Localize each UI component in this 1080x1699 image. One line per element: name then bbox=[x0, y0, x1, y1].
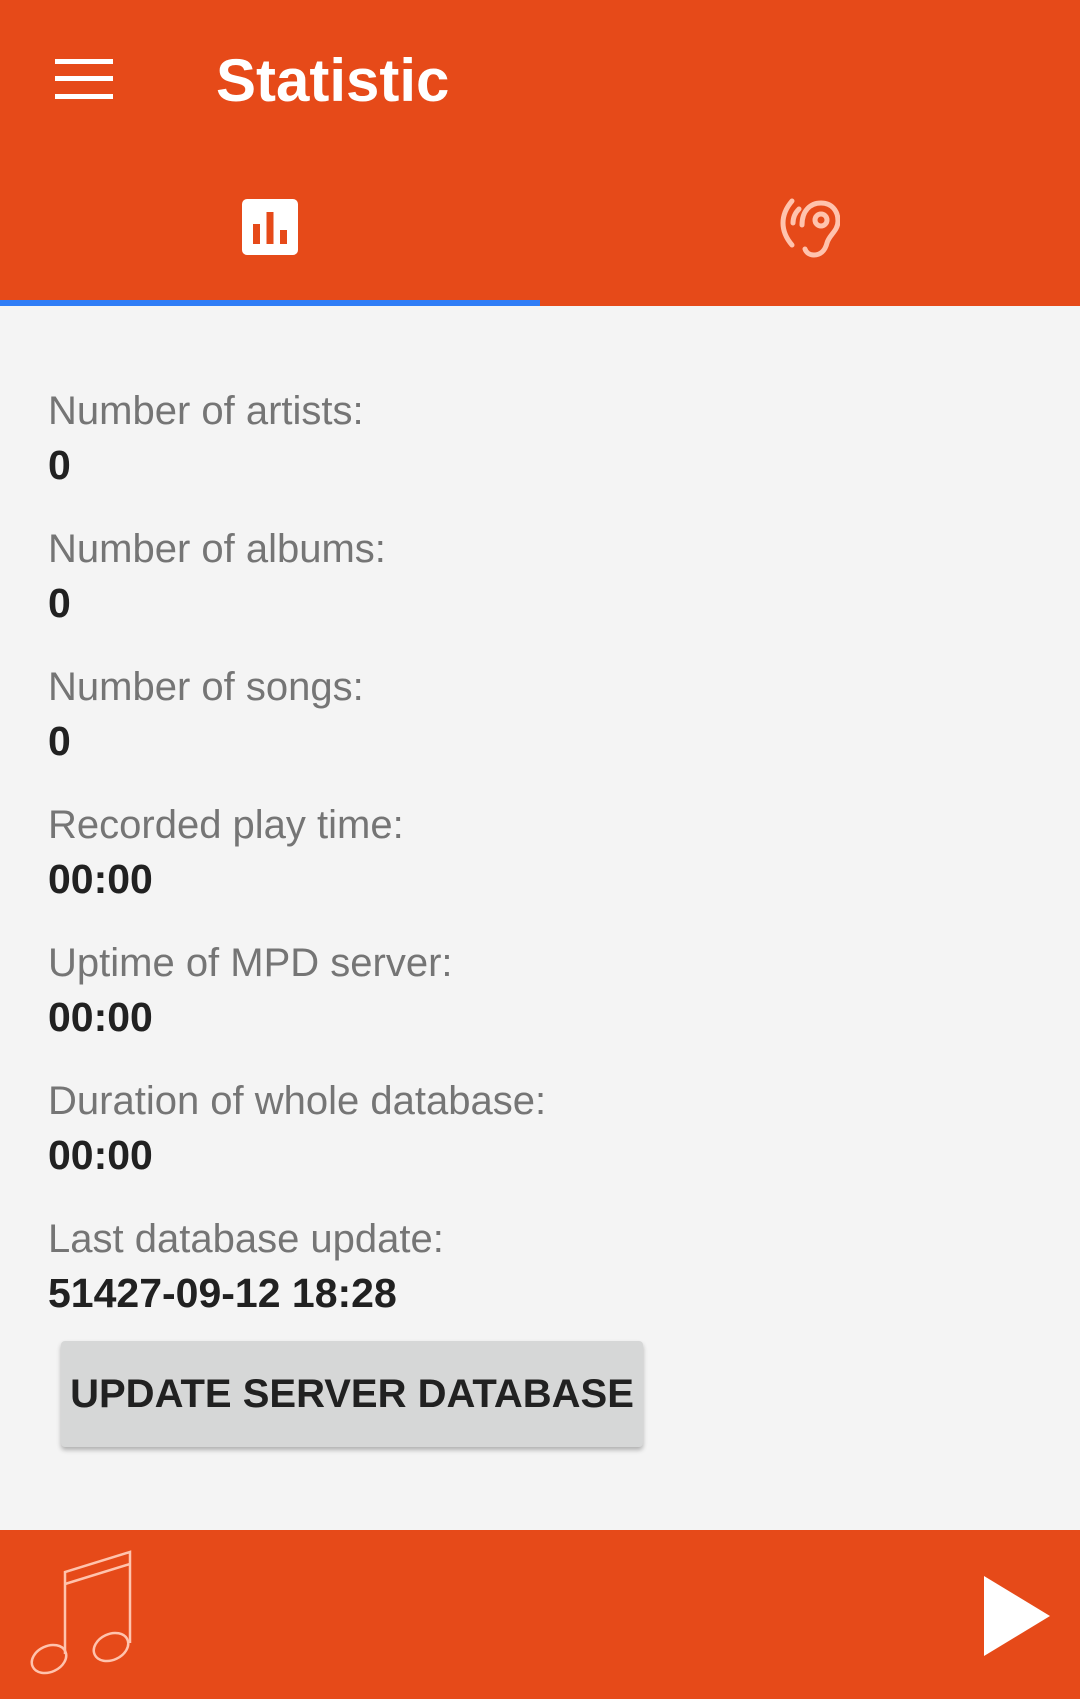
stat-label: Recorded play time: bbox=[48, 803, 404, 847]
menu-button[interactable] bbox=[40, 40, 128, 118]
stat-albums: Number of albums: 0 bbox=[48, 524, 386, 632]
stat-label: Number of artists: bbox=[48, 389, 364, 433]
stat-value: 51427-09-12 18:28 bbox=[48, 1270, 397, 1316]
tab-bar bbox=[0, 160, 1080, 306]
music-note-icon[interactable] bbox=[28, 1548, 144, 1682]
stat-label: Last database update: bbox=[48, 1217, 444, 1261]
stat-value: 0 bbox=[48, 718, 71, 764]
stat-label: Number of songs: bbox=[48, 665, 364, 709]
stat-artists: Number of artists: 0 bbox=[48, 386, 364, 494]
player-bar bbox=[0, 1530, 1080, 1699]
stat-value: 0 bbox=[48, 442, 71, 488]
stat-last-update: Last database update: 51427-09-12 18:28 bbox=[48, 1214, 444, 1322]
stat-label: Duration of whole database: bbox=[48, 1079, 547, 1123]
update-database-button[interactable]: UPDATE SERVER DATABASE bbox=[61, 1341, 643, 1447]
stat-uptime: Uptime of MPD server: 00:00 bbox=[48, 938, 453, 1046]
stat-db-duration: Duration of whole database: 00:00 bbox=[48, 1076, 546, 1184]
page-title: Statistic bbox=[216, 47, 450, 114]
stat-value: 00:00 bbox=[48, 856, 153, 902]
stat-label: Number of albums: bbox=[48, 527, 386, 571]
stat-songs: Number of songs: 0 bbox=[48, 662, 364, 770]
stat-value: 00:00 bbox=[48, 1132, 153, 1178]
stat-value: 00:00 bbox=[48, 994, 153, 1040]
tab-statistics[interactable] bbox=[0, 160, 540, 306]
statistics-content: Number of artists: 0 Number of albums: 0… bbox=[0, 306, 1080, 1530]
menu-icon bbox=[55, 59, 113, 99]
hearing-icon bbox=[780, 195, 840, 259]
play-icon[interactable] bbox=[970, 1572, 1056, 1660]
app-toolbar: Statistic bbox=[0, 0, 1080, 160]
stat-label: Uptime of MPD server: bbox=[48, 941, 453, 985]
stat-play-time: Recorded play time: 00:00 bbox=[48, 800, 404, 908]
stat-value: 0 bbox=[48, 580, 71, 626]
bar-chart-icon bbox=[242, 199, 298, 255]
tab-listening[interactable] bbox=[540, 160, 1080, 306]
